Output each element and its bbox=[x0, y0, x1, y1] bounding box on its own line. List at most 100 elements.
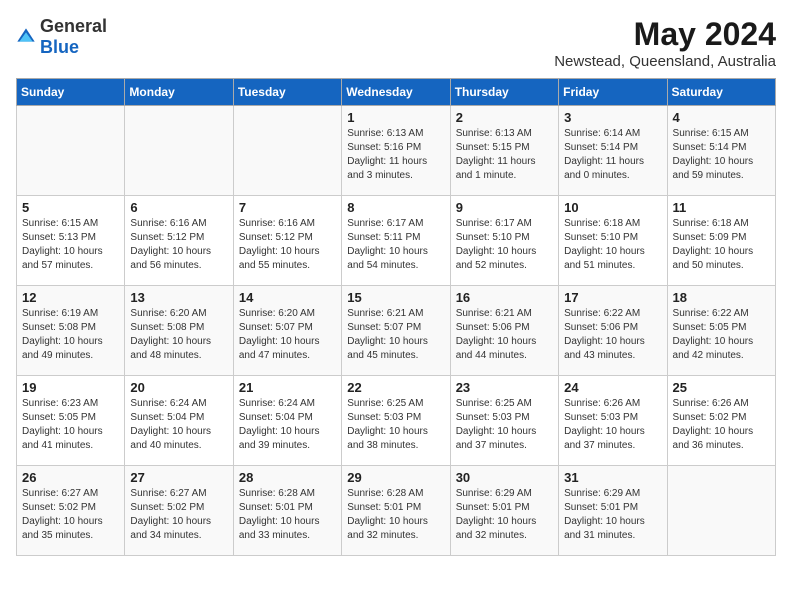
calendar-cell: 14 Sunrise: 6:20 AM Sunset: 5:07 PM Dayli… bbox=[233, 286, 341, 376]
day-info: Sunrise: 6:14 AM Sunset: 5:14 PM Dayligh… bbox=[564, 127, 661, 183]
day-info: Sunrise: 6:15 AM Sunset: 5:13 PM Dayligh… bbox=[22, 217, 119, 273]
day-info: Sunrise: 6:21 AM Sunset: 5:06 PM Dayligh… bbox=[456, 307, 553, 363]
day-number: 14 bbox=[239, 290, 336, 305]
calendar-cell: 29 Sunrise: 6:28 AM Sunset: 5:01 PM Dayli… bbox=[342, 466, 450, 556]
day-info: Sunrise: 6:25 AM Sunset: 5:03 PM Dayligh… bbox=[456, 397, 553, 453]
day-info: Sunrise: 6:29 AM Sunset: 5:01 PM Dayligh… bbox=[456, 487, 553, 543]
calendar-cell bbox=[17, 106, 125, 196]
weekday-header-monday: Monday bbox=[125, 79, 233, 106]
calendar-week-row: 5Sunrise: 6:15 AM Sunset: 5:13 PM Daylig… bbox=[17, 196, 776, 286]
day-info: Sunrise: 6:20 AM Sunset: 5:08 PM Dayligh… bbox=[130, 307, 227, 363]
logo-blue-text: Blue bbox=[40, 37, 79, 57]
calendar-cell: 28 Sunrise: 6:28 AM Sunset: 5:01 PM Dayli… bbox=[233, 466, 341, 556]
day-info: Sunrise: 6:17 AM Sunset: 5:10 PM Dayligh… bbox=[456, 217, 553, 273]
day-number: 11 bbox=[673, 200, 770, 215]
calendar-cell bbox=[667, 466, 775, 556]
day-info: Sunrise: 6:13 AM Sunset: 5:15 PM Dayligh… bbox=[456, 127, 553, 183]
day-info: Sunrise: 6:28 AM Sunset: 5:01 PM Dayligh… bbox=[239, 487, 336, 543]
day-number: 21 bbox=[239, 380, 336, 395]
page-header: General Blue May 2024 Newstead, Queensla… bbox=[16, 16, 776, 70]
day-number: 29 bbox=[347, 470, 444, 485]
day-info: Sunrise: 6:20 AM Sunset: 5:07 PM Dayligh… bbox=[239, 307, 336, 363]
calendar-cell: 21 Sunrise: 6:24 AM Sunset: 5:04 PM Dayli… bbox=[233, 376, 341, 466]
day-number: 18 bbox=[673, 290, 770, 305]
day-info: Sunrise: 6:22 AM Sunset: 5:06 PM Dayligh… bbox=[564, 307, 661, 363]
calendar-week-row: 12 Sunrise: 6:19 AM Sunset: 5:08 PM Dayli… bbox=[17, 286, 776, 376]
weekday-header-row: SundayMondayTuesdayWednesdayThursdayFrid… bbox=[17, 79, 776, 106]
calendar-cell: 22Sunrise: 6:25 AM Sunset: 5:03 PM Dayli… bbox=[342, 376, 450, 466]
day-number: 1 bbox=[347, 110, 444, 125]
day-number: 27 bbox=[130, 470, 227, 485]
calendar-cell: 15 Sunrise: 6:21 AM Sunset: 5:07 PM Dayli… bbox=[342, 286, 450, 376]
day-number: 4 bbox=[673, 110, 770, 125]
calendar-table: SundayMondayTuesdayWednesdayThursdayFrid… bbox=[16, 78, 776, 556]
calendar-cell: 18 Sunrise: 6:22 AM Sunset: 5:05 PM Dayli… bbox=[667, 286, 775, 376]
day-number: 22 bbox=[347, 380, 444, 395]
calendar-week-row: 26 Sunrise: 6:27 AM Sunset: 5:02 PM Dayli… bbox=[17, 466, 776, 556]
day-info: Sunrise: 6:28 AM Sunset: 5:01 PM Dayligh… bbox=[347, 487, 444, 543]
day-info: Sunrise: 6:21 AM Sunset: 5:07 PM Dayligh… bbox=[347, 307, 444, 363]
day-number: 28 bbox=[239, 470, 336, 485]
calendar-cell: 24Sunrise: 6:26 AM Sunset: 5:03 PM Dayli… bbox=[559, 376, 667, 466]
calendar-cell: 11 Sunrise: 6:18 AM Sunset: 5:09 PM Dayli… bbox=[667, 196, 775, 286]
day-number: 7 bbox=[239, 200, 336, 215]
day-info: Sunrise: 6:22 AM Sunset: 5:05 PM Dayligh… bbox=[673, 307, 770, 363]
day-number: 15 bbox=[347, 290, 444, 305]
calendar-cell: 13 Sunrise: 6:20 AM Sunset: 5:08 PM Dayli… bbox=[125, 286, 233, 376]
calendar-cell: 31 Sunrise: 6:29 AM Sunset: 5:01 PM Dayli… bbox=[559, 466, 667, 556]
day-info: Sunrise: 6:19 AM Sunset: 5:08 PM Dayligh… bbox=[22, 307, 119, 363]
day-info: Sunrise: 6:18 AM Sunset: 5:10 PM Dayligh… bbox=[564, 217, 661, 273]
day-number: 3 bbox=[564, 110, 661, 125]
day-info: Sunrise: 6:29 AM Sunset: 5:01 PM Dayligh… bbox=[564, 487, 661, 543]
calendar-week-row: 1Sunrise: 6:13 AM Sunset: 5:16 PM Daylig… bbox=[17, 106, 776, 196]
calendar-cell bbox=[125, 106, 233, 196]
location-title: Newstead, Queensland, Australia bbox=[554, 53, 776, 70]
day-info: Sunrise: 6:15 AM Sunset: 5:14 PM Dayligh… bbox=[673, 127, 770, 183]
calendar-cell: 17 Sunrise: 6:22 AM Sunset: 5:06 PM Dayli… bbox=[559, 286, 667, 376]
day-number: 8 bbox=[347, 200, 444, 215]
calendar-cell: 7 Sunrise: 6:16 AM Sunset: 5:12 PM Daylig… bbox=[233, 196, 341, 286]
calendar-cell: 10 Sunrise: 6:18 AM Sunset: 5:10 PM Dayli… bbox=[559, 196, 667, 286]
day-number: 13 bbox=[130, 290, 227, 305]
day-number: 25 bbox=[673, 380, 770, 395]
calendar-cell: 30Sunrise: 6:29 AM Sunset: 5:01 PM Dayli… bbox=[450, 466, 558, 556]
day-info: Sunrise: 6:16 AM Sunset: 5:12 PM Dayligh… bbox=[130, 217, 227, 273]
day-number: 20 bbox=[130, 380, 227, 395]
day-info: Sunrise: 6:24 AM Sunset: 5:04 PM Dayligh… bbox=[130, 397, 227, 453]
calendar-cell: 20 Sunrise: 6:24 AM Sunset: 5:04 PM Dayli… bbox=[125, 376, 233, 466]
weekday-header-sunday: Sunday bbox=[17, 79, 125, 106]
day-number: 19 bbox=[22, 380, 119, 395]
day-number: 10 bbox=[564, 200, 661, 215]
day-number: 2 bbox=[456, 110, 553, 125]
day-number: 12 bbox=[22, 290, 119, 305]
day-info: Sunrise: 6:24 AM Sunset: 5:04 PM Dayligh… bbox=[239, 397, 336, 453]
calendar-week-row: 19Sunrise: 6:23 AM Sunset: 5:05 PM Dayli… bbox=[17, 376, 776, 466]
day-number: 24 bbox=[564, 380, 661, 395]
calendar-cell: 23 Sunrise: 6:25 AM Sunset: 5:03 PM Dayli… bbox=[450, 376, 558, 466]
day-info: Sunrise: 6:27 AM Sunset: 5:02 PM Dayligh… bbox=[22, 487, 119, 543]
weekday-header-saturday: Saturday bbox=[667, 79, 775, 106]
logo: General Blue bbox=[16, 16, 107, 58]
weekday-header-wednesday: Wednesday bbox=[342, 79, 450, 106]
calendar-cell: 27Sunrise: 6:27 AM Sunset: 5:02 PM Dayli… bbox=[125, 466, 233, 556]
day-number: 17 bbox=[564, 290, 661, 305]
calendar-cell: 8 Sunrise: 6:17 AM Sunset: 5:11 PM Daylig… bbox=[342, 196, 450, 286]
calendar-cell: 12 Sunrise: 6:19 AM Sunset: 5:08 PM Dayli… bbox=[17, 286, 125, 376]
day-number: 9 bbox=[456, 200, 553, 215]
day-number: 31 bbox=[564, 470, 661, 485]
calendar-cell: 5Sunrise: 6:15 AM Sunset: 5:13 PM Daylig… bbox=[17, 196, 125, 286]
calendar-cell: 6 Sunrise: 6:16 AM Sunset: 5:12 PM Daylig… bbox=[125, 196, 233, 286]
calendar-cell: 4 Sunrise: 6:15 AM Sunset: 5:14 PM Daylig… bbox=[667, 106, 775, 196]
calendar-cell: 9 Sunrise: 6:17 AM Sunset: 5:10 PM Daylig… bbox=[450, 196, 558, 286]
weekday-header-thursday: Thursday bbox=[450, 79, 558, 106]
day-number: 6 bbox=[130, 200, 227, 215]
calendar-cell: 25Sunrise: 6:26 AM Sunset: 5:02 PM Dayli… bbox=[667, 376, 775, 466]
calendar-cell: 26 Sunrise: 6:27 AM Sunset: 5:02 PM Dayli… bbox=[17, 466, 125, 556]
day-info: Sunrise: 6:18 AM Sunset: 5:09 PM Dayligh… bbox=[673, 217, 770, 273]
day-info: Sunrise: 6:16 AM Sunset: 5:12 PM Dayligh… bbox=[239, 217, 336, 273]
day-number: 26 bbox=[22, 470, 119, 485]
calendar-cell: 19Sunrise: 6:23 AM Sunset: 5:05 PM Dayli… bbox=[17, 376, 125, 466]
day-number: 23 bbox=[456, 380, 553, 395]
calendar-cell: 3 Sunrise: 6:14 AM Sunset: 5:14 PM Daylig… bbox=[559, 106, 667, 196]
day-info: Sunrise: 6:17 AM Sunset: 5:11 PM Dayligh… bbox=[347, 217, 444, 273]
